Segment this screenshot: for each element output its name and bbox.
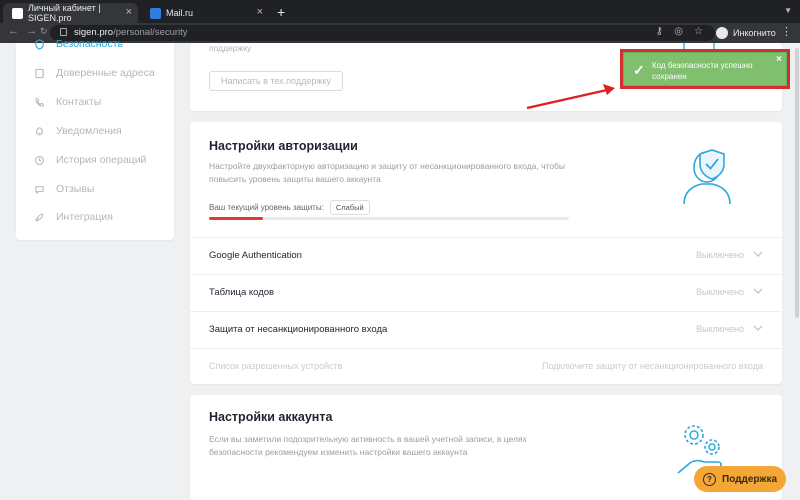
chevron-down-icon[interactable] bbox=[752, 322, 764, 334]
history-icon bbox=[34, 155, 45, 166]
tab-title: Личный кабинет | SIGEN.pro bbox=[28, 3, 101, 23]
back-icon[interactable]: ← bbox=[8, 25, 19, 37]
auth-row-google[interactable]: Google Authentication Выключено bbox=[190, 237, 782, 274]
allowed-devices-label: Список разрешенных устройств bbox=[209, 361, 343, 371]
success-toast: ✓ Код безопасности успешно сохранен × bbox=[620, 49, 790, 89]
allowed-devices-row: Список разрешенных устройств Подключите … bbox=[190, 348, 782, 385]
book-icon bbox=[34, 68, 45, 79]
chat-icon bbox=[34, 184, 45, 195]
protection-level-badge: Слабый bbox=[329, 200, 370, 215]
support-chat-label: Поддержка bbox=[722, 473, 778, 485]
check-icon: ✓ bbox=[633, 62, 645, 78]
sidebar-item-reviews[interactable]: Отзывы bbox=[34, 180, 94, 198]
auth-settings-title: Настройки авторизации bbox=[209, 139, 358, 153]
toast-close-icon[interactable]: × bbox=[776, 54, 782, 65]
browser-tab-bar: Личный кабинет | SIGEN.pro × Mail.ru × +… bbox=[0, 0, 800, 23]
auth-row-label: Защита от несанкционированного входа bbox=[209, 324, 388, 335]
user-shield-illustration-icon bbox=[683, 149, 731, 205]
sidebar-item-security[interactable]: Безопасность bbox=[34, 35, 123, 53]
new-tab-button[interactable]: + bbox=[277, 4, 285, 20]
protection-level-fill bbox=[209, 217, 263, 220]
sidebar-item-integration[interactable]: Интеграция bbox=[34, 208, 113, 226]
phone-icon bbox=[34, 97, 45, 108]
auth-row-status: Выключено bbox=[696, 250, 744, 260]
write-support-button[interactable]: Написать в тех.поддержку bbox=[209, 71, 343, 91]
tab-search-icon[interactable]: ▼ bbox=[784, 6, 792, 15]
annotation-arrow-icon bbox=[526, 84, 615, 110]
chevron-down-icon[interactable] bbox=[752, 285, 764, 297]
protection-level-bar bbox=[209, 217, 569, 220]
auth-row-label: Таблица кодов bbox=[209, 287, 275, 298]
sidebar: Безопасность Доверенные адреса Контакты … bbox=[16, 38, 174, 240]
toast-body: ✓ Код безопасности успешно сохранен × bbox=[624, 53, 786, 85]
tab-mail[interactable]: Mail.ru × bbox=[141, 3, 269, 23]
account-settings-card: Настройки аккаунта Если вы заметили подо… bbox=[190, 395, 782, 500]
auth-settings-card: Настройки авторизации Настройте двухфакт… bbox=[190, 122, 782, 384]
url-input[interactable]: sigen.pro/personal/security ⚷ ◎ ☆ bbox=[50, 25, 715, 41]
enable-protection-link[interactable]: Подключите защиту от несанкционированног… bbox=[542, 361, 763, 371]
account-settings-description: Если вы заметили подозрительную активнос… bbox=[209, 434, 527, 457]
shield-icon bbox=[34, 38, 45, 50]
account-settings-title: Настройки аккаунта bbox=[209, 410, 333, 424]
support-text-fragment: поддержку bbox=[209, 43, 252, 53]
key-icon[interactable]: ⚷ bbox=[656, 26, 663, 37]
tab-sigen[interactable]: Личный кабинет | SIGEN.pro × bbox=[3, 3, 138, 23]
sidebar-item-trusted-addresses[interactable]: Доверенные адреса bbox=[34, 64, 155, 82]
toast-message: Код безопасности успешно сохранен bbox=[652, 61, 753, 81]
auth-settings-description: Настройте двухфакторную авторизацию и за… bbox=[209, 161, 566, 184]
sigen-favicon-icon bbox=[12, 7, 23, 19]
auth-row-label: Google Authentication bbox=[209, 250, 302, 261]
scrollbar-thumb[interactable] bbox=[795, 48, 799, 318]
incognito-badge[interactable]: Инкогнито bbox=[716, 25, 776, 41]
sidebar-item-notifications[interactable]: Уведомления bbox=[34, 122, 122, 140]
close-tab-icon[interactable]: × bbox=[257, 6, 263, 18]
eye-off-icon[interactable]: ◎ bbox=[674, 26, 683, 37]
incognito-icon bbox=[716, 27, 728, 39]
rocket-icon bbox=[34, 212, 45, 223]
auth-row-codes-table[interactable]: Таблица кодов Выключено bbox=[190, 274, 782, 311]
protection-level-label: Ваш текущий уровень защиты: bbox=[209, 203, 324, 212]
auth-row-status: Выключено bbox=[696, 324, 744, 334]
tab-title: Mail.ru bbox=[166, 8, 194, 18]
star-icon[interactable]: ☆ bbox=[694, 26, 703, 37]
browser-menu-icon[interactable]: ⋮ bbox=[781, 25, 792, 38]
auth-row-status: Выключено bbox=[696, 287, 744, 297]
sidebar-item-history[interactable]: История операций bbox=[34, 151, 146, 169]
support-chat-button[interactable]: ? Поддержка bbox=[694, 466, 786, 492]
sidebar-item-contacts[interactable]: Контакты bbox=[34, 93, 101, 111]
close-tab-icon[interactable]: × bbox=[126, 6, 132, 18]
chevron-down-icon[interactable] bbox=[752, 248, 764, 260]
question-icon: ? bbox=[703, 472, 716, 486]
bell-icon bbox=[34, 126, 45, 137]
auth-row-unauthorized-protection[interactable]: Защита от несанкционированного входа Вык… bbox=[190, 311, 782, 348]
mail-favicon-icon bbox=[150, 7, 161, 19]
protection-level: Ваш текущий уровень защиты: Слабый bbox=[209, 200, 370, 215]
